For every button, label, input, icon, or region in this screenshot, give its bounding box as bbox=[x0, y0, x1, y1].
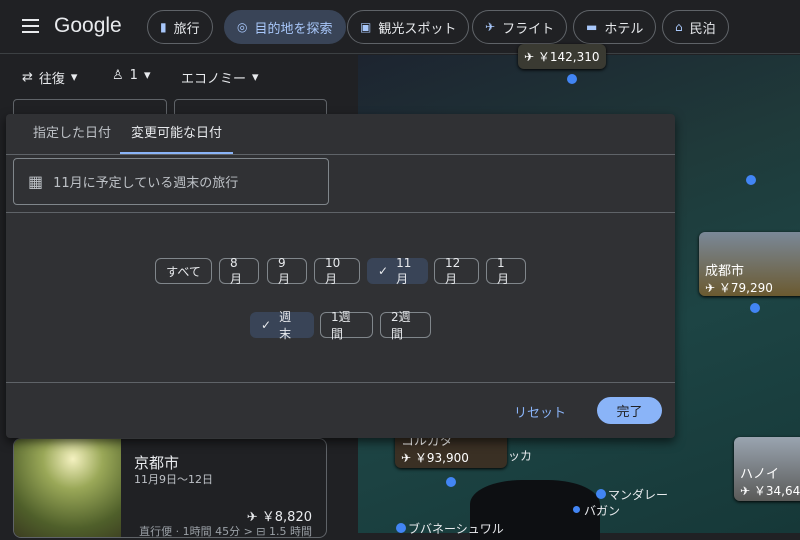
airport-pin[interactable] bbox=[446, 477, 456, 487]
month-chip-all[interactable]: すべて bbox=[155, 258, 212, 284]
tab-flexible-dates[interactable]: 変更可能な日付 bbox=[120, 114, 233, 154]
map-price-row: ✈ ￥79,290 bbox=[705, 279, 800, 296]
trip-type-value: 往復 bbox=[38, 72, 65, 87]
flight-icon: ✈ bbox=[485, 20, 496, 34]
map-price: ￥79,290 bbox=[718, 281, 773, 295]
divider bbox=[6, 154, 675, 155]
map-price: ￥34,643 bbox=[753, 484, 800, 498]
flight-icon: ✈ bbox=[705, 281, 719, 295]
map-price-row: ✈ ￥34,643 bbox=[740, 482, 800, 499]
month-chip-nov[interactable]: ✓ 11月 bbox=[367, 255, 428, 286]
divider bbox=[6, 212, 675, 213]
summary-text: 11月に予定している週末の旅行 bbox=[53, 176, 239, 191]
map-price-row: ✈ ￥93,900 bbox=[401, 449, 501, 466]
month-chip-aug[interactable]: 8月 bbox=[219, 255, 259, 286]
map-card-hanoi[interactable]: ハノイ✈ ￥34,643 bbox=[734, 437, 800, 501]
month-chip-oct[interactable]: 10月 bbox=[314, 255, 360, 286]
chip-label: 1月 bbox=[497, 255, 510, 286]
month-chip-sep[interactable]: 9月 bbox=[267, 255, 307, 286]
month-chip-jan[interactable]: 1月 bbox=[486, 255, 526, 286]
calendar-icon: ▦ bbox=[28, 172, 44, 191]
month-chip-dec[interactable]: 12月 bbox=[434, 255, 479, 286]
chip-label: 週末 bbox=[279, 310, 292, 341]
nav-explore[interactable]: ◎ 目的地を探索 bbox=[224, 10, 346, 44]
airport-pin[interactable] bbox=[567, 74, 577, 84]
duration-chip-1-week[interactable]: 1週間 bbox=[320, 310, 373, 341]
result-details: 直行便 · 1時間 45分 > ⊟ 1.5 時間 bbox=[139, 525, 312, 538]
flexible-date-summary[interactable]: ▦ 11月に予定している週末の旅行 bbox=[13, 158, 329, 205]
result-city: 京都市 bbox=[134, 454, 180, 472]
map-city: ハノイ bbox=[740, 467, 780, 482]
chip-label: 1週間 bbox=[331, 310, 351, 341]
map-price: ￥142,310 bbox=[537, 50, 600, 64]
flight-icon: ✈ bbox=[524, 50, 538, 64]
google-logo[interactable]: Google bbox=[54, 14, 122, 38]
dropdown-icon: ▾ bbox=[143, 68, 151, 83]
map-city: 成都市 bbox=[705, 264, 745, 279]
nav-label: 旅行 bbox=[173, 21, 200, 37]
swap-icon: ⇄ bbox=[22, 70, 33, 85]
airport-pin[interactable] bbox=[746, 175, 756, 185]
chip-label: 9月 bbox=[278, 255, 291, 286]
dropdown-icon: ▾ bbox=[70, 70, 78, 85]
passengers-value: 1 bbox=[129, 68, 138, 83]
dropdown-icon: ▾ bbox=[252, 70, 259, 85]
city-dot[interactable] bbox=[573, 506, 580, 513]
nav-label: フライト bbox=[502, 21, 555, 37]
result-card-kyoto[interactable]: 京都市 11月9日～12日 ✈ ￥8,820 直行便 · 1時間 45分 > ⊟… bbox=[13, 438, 327, 538]
map-price: ￥93,900 bbox=[414, 451, 469, 465]
destination-image bbox=[14, 439, 121, 537]
check-icon: ✓ bbox=[261, 318, 272, 332]
nav-label: 民泊 bbox=[689, 21, 716, 37]
chip-label: 12月 bbox=[445, 255, 461, 286]
chip-label: 8月 bbox=[230, 255, 243, 286]
nav-label: ホテル bbox=[604, 21, 644, 37]
nav-hotels[interactable]: ▬ ホテル bbox=[573, 10, 657, 44]
done-button[interactable]: 完了 bbox=[597, 397, 662, 424]
duration-chip-2-weeks[interactable]: 2週間 bbox=[380, 310, 431, 341]
duration-chip-weekend[interactable]: ✓ 週末 bbox=[250, 310, 314, 341]
nav-label: 観光スポット bbox=[378, 21, 457, 37]
map-card[interactable]: ✈ ￥142,310 bbox=[518, 44, 606, 69]
map-card-chengdu[interactable]: 成都市 ✈ ￥79,290 bbox=[699, 232, 800, 296]
map-label: ッカ bbox=[508, 449, 533, 463]
nav-label: 目的地を探索 bbox=[254, 21, 333, 37]
nav-travel[interactable]: ▮ 旅行 bbox=[147, 10, 213, 44]
chip-label: 10月 bbox=[325, 255, 341, 286]
map-label: マンダレー bbox=[608, 488, 669, 502]
person-icon: ♙ bbox=[112, 68, 124, 83]
result-dates: 11月9日～12日 bbox=[134, 473, 213, 486]
chip-label: 11月 bbox=[396, 255, 412, 286]
hotel-icon: ▬ bbox=[586, 20, 598, 34]
top-bar: Google ▮ 旅行 ◎ 目的地を探索 ▣ 観光スポット ✈ フライト ▬ ホテル ⌂ 民… bbox=[0, 0, 800, 54]
tab-specific-dates[interactable]: 指定した日付 bbox=[33, 114, 111, 154]
check-icon: ✓ bbox=[378, 264, 389, 278]
passengers-select[interactable]: ♙ 1 ▾ bbox=[112, 68, 150, 83]
chip-label: すべて bbox=[166, 264, 201, 279]
map-label: バガン bbox=[584, 504, 621, 518]
airport-pin[interactable] bbox=[396, 523, 406, 533]
camera-icon: ▣ bbox=[360, 20, 372, 34]
airport-pin[interactable] bbox=[750, 303, 760, 313]
nav-things-to-do[interactable]: ▣ 観光スポット bbox=[347, 10, 470, 44]
menu-icon[interactable] bbox=[22, 19, 39, 33]
trip-type-select[interactable]: ⇄ 往復 ▾ bbox=[22, 68, 77, 87]
airport-pin[interactable] bbox=[596, 489, 606, 499]
cabin-value: エコノミー bbox=[181, 72, 247, 87]
cabin-select[interactable]: エコノミー ▾ bbox=[181, 68, 259, 87]
date-picker-dialog: 指定した日付 変更可能な日付 ▦ 11月に予定している週末の旅行 すべて 8月 9… bbox=[6, 114, 675, 438]
flight-icon: ✈ bbox=[740, 484, 754, 498]
chip-label: 2週間 bbox=[391, 310, 411, 341]
home-icon: ⌂ bbox=[675, 20, 683, 34]
divider bbox=[6, 382, 675, 383]
explore-icon: ◎ bbox=[237, 20, 248, 34]
nav-flights[interactable]: ✈ フライト bbox=[472, 10, 568, 44]
reset-button[interactable]: リセット bbox=[514, 402, 566, 421]
map-label: ブバネーシュワル bbox=[408, 522, 504, 536]
nav-vacation-rentals[interactable]: ⌂ 民泊 bbox=[662, 10, 729, 44]
luggage-icon: ▮ bbox=[160, 20, 167, 34]
flight-icon: ✈ bbox=[401, 451, 415, 465]
